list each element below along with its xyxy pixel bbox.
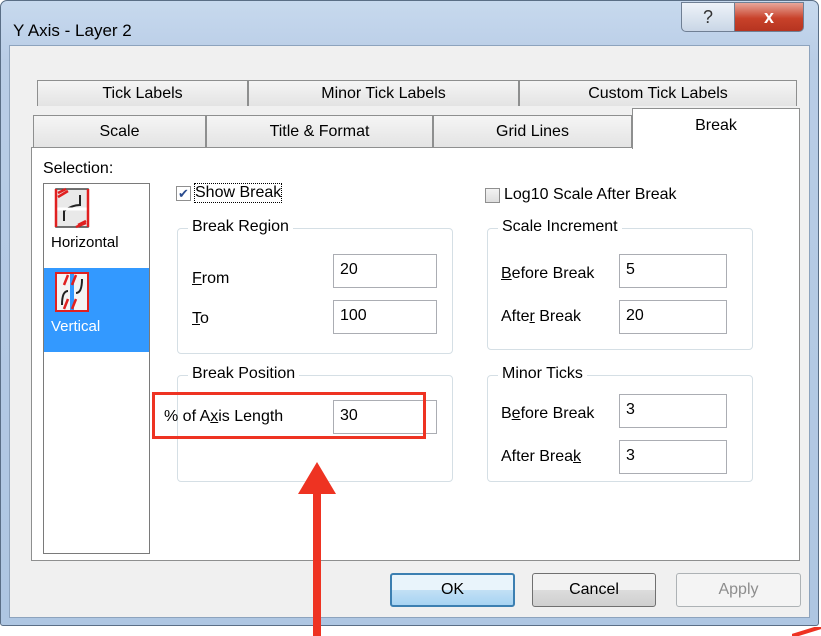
tab-break[interactable]: Break <box>632 108 800 149</box>
tab-custom-tick-labels[interactable]: Custom Tick Labels <box>519 80 797 106</box>
break-position-title: Break Position <box>188 365 300 383</box>
selection-item-horizontal[interactable]: Horizontal <box>44 184 149 266</box>
window-title: Y Axis - Layer 2 <box>13 21 132 40</box>
scale-before-break-label: Before Break <box>501 265 595 282</box>
tab-grid-lines[interactable]: Grid Lines <box>433 115 632 148</box>
title-bar[interactable]: Y Axis - Layer 2 ? x <box>1 1 818 45</box>
apply-button[interactable]: Apply <box>676 573 801 607</box>
break-from-input[interactable]: 20 <box>333 254 437 288</box>
minor-before-break-label: Before Break <box>501 405 595 422</box>
break-region-title: Break Region <box>188 218 293 236</box>
from-label: From <box>192 270 230 287</box>
tab-label: Tick Labels <box>102 84 183 102</box>
break-region-group: Break Region <box>177 218 453 354</box>
show-break-label: Show Break <box>193 183 283 203</box>
scale-before-break-input[interactable]: 5 <box>619 254 727 288</box>
minor-after-break-label: After Break <box>501 448 582 465</box>
tab-label: Title & Format <box>269 123 370 140</box>
log10-scale-label: Log10 Scale After Break <box>504 186 677 203</box>
vertical-break-icon <box>55 272 89 312</box>
close-button[interactable]: x <box>734 2 804 32</box>
minor-after-break-input[interactable]: 3 <box>619 440 727 474</box>
highlight-annotation-box <box>152 392 426 439</box>
selection-label: Selection: <box>43 160 114 177</box>
tab-tick-labels[interactable]: Tick Labels <box>37 80 248 106</box>
cancel-button[interactable]: Cancel <box>532 573 656 607</box>
checkbox-box <box>485 187 500 203</box>
scale-after-break-label: After Break <box>501 308 582 325</box>
minor-before-break-input[interactable]: 3 <box>619 394 727 428</box>
tab-title-format[interactable]: Title & Format <box>206 115 433 148</box>
selection-item-label: Vertical <box>51 318 101 335</box>
minor-ticks-title: Minor Ticks <box>498 365 587 383</box>
selection-item-vertical[interactable]: Vertical <box>44 268 149 352</box>
tab-label: Break <box>695 117 737 134</box>
show-break-checkbox[interactable]: ✔ Show Break <box>176 183 283 203</box>
to-label: To <box>192 310 209 327</box>
break-to-input[interactable]: 100 <box>333 300 437 334</box>
tab-minor-tick-labels[interactable]: Minor Tick Labels <box>248 80 519 106</box>
help-button[interactable]: ? <box>681 2 735 32</box>
selection-list[interactable]: Horizontal Vertical <box>43 183 150 554</box>
tab-label: Minor Tick Labels <box>321 84 446 102</box>
annotation-arrow-shaft <box>313 470 321 636</box>
log10-scale-checkbox[interactable]: Log10 Scale After Break <box>485 186 677 204</box>
annotation-corner-mark <box>792 627 821 636</box>
question-mark-icon: ? <box>702 6 713 27</box>
tab-label: Custom Tick Labels <box>588 84 728 102</box>
scale-after-break-input[interactable]: 20 <box>619 300 727 334</box>
tab-scale[interactable]: Scale <box>33 115 206 148</box>
ok-button[interactable]: OK <box>390 573 515 607</box>
tab-label: Scale <box>99 123 140 140</box>
selection-item-label: Horizontal <box>51 234 119 251</box>
tab-label: Grid Lines <box>496 123 569 140</box>
horizontal-break-icon <box>54 187 90 229</box>
scale-increment-title: Scale Increment <box>498 218 622 236</box>
checkmark-icon: ✔ <box>176 185 191 201</box>
close-icon: x <box>763 6 774 27</box>
